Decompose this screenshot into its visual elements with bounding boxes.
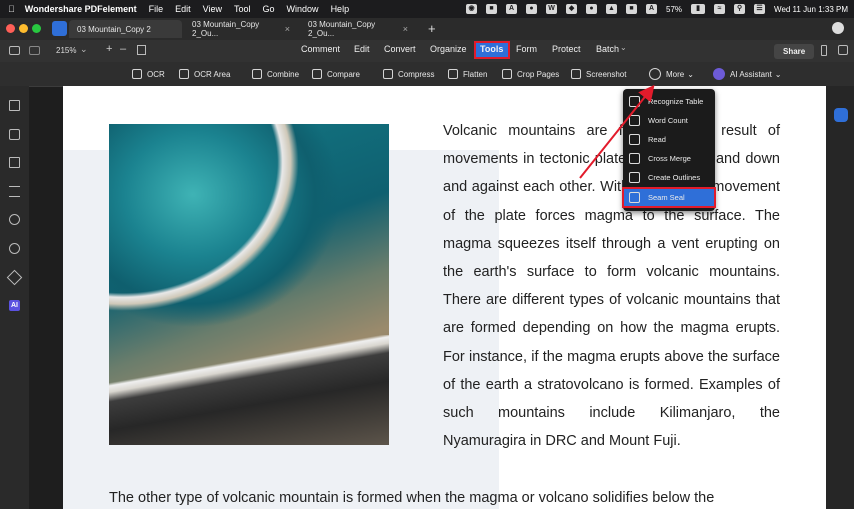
annotation-arrow (579, 84, 655, 179)
arrow-line (579, 84, 655, 179)
